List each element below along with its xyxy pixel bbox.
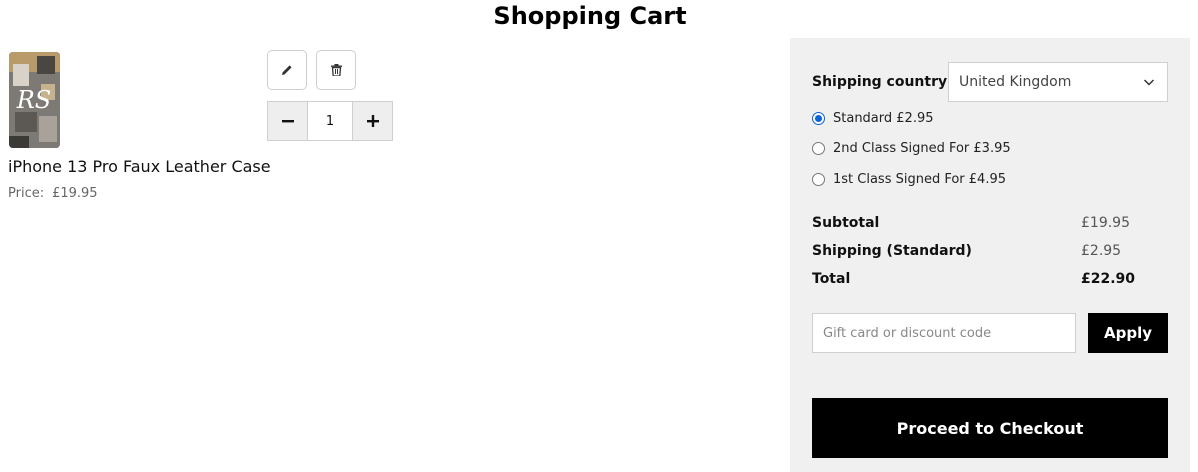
price-label: Price:	[8, 186, 45, 201]
shipping-country-value: United Kingdom	[959, 74, 1072, 90]
order-summary-panel: Shipping country: United Kingdom Standar…	[790, 38, 1190, 472]
radio-selected[interactable]	[812, 112, 825, 125]
shipping-line-value: £2.95	[1081, 243, 1122, 259]
increase-quantity-button[interactable]	[353, 102, 392, 140]
total-label: Total	[812, 271, 851, 287]
shipping-option-standard[interactable]: Standard £2.95	[812, 111, 934, 126]
thumbnail-text: RS	[16, 86, 52, 114]
trash-icon	[330, 64, 342, 76]
product-price-row: Price: £19.95	[8, 186, 98, 201]
radio-unselected[interactable]	[812, 173, 825, 186]
product-thumbnail[interactable]: RS	[9, 52, 60, 148]
page-title: Shopping Cart	[493, 2, 687, 30]
discount-code-input[interactable]	[812, 313, 1076, 353]
apply-discount-button[interactable]: Apply	[1088, 313, 1168, 353]
shipping-option-label: Standard £2.95	[833, 111, 934, 126]
minus-icon	[281, 120, 294, 123]
price-value: £19.95	[52, 186, 98, 201]
shipping-option-label: 1st Class Signed For £4.95	[833, 172, 1007, 187]
subtotal-label: Subtotal	[812, 215, 880, 231]
shipping-option-label: 2nd Class Signed For £3.95	[833, 141, 1011, 156]
pencil-icon	[282, 65, 292, 75]
product-image: RS	[9, 52, 60, 148]
shipping-option-2nd-class[interactable]: 2nd Class Signed For £3.95	[812, 141, 1011, 156]
proceed-to-checkout-button[interactable]: Proceed to Checkout	[812, 398, 1168, 458]
plus-icon	[366, 115, 379, 127]
quantity-input[interactable]: 1	[307, 102, 353, 140]
decrease-quantity-button[interactable]	[268, 102, 307, 140]
total-value: £22.90	[1081, 271, 1136, 287]
radio-unselected[interactable]	[812, 142, 825, 155]
shipping-line-label: Shipping (Standard)	[812, 243, 972, 259]
shipping-country-label: Shipping country:	[812, 74, 953, 90]
subtotal-value: £19.95	[1081, 215, 1130, 231]
shipping-option-1st-class[interactable]: 1st Class Signed For £4.95	[812, 172, 1006, 187]
edit-button[interactable]	[267, 50, 307, 90]
chevron-down-icon	[1143, 79, 1155, 86]
delete-button[interactable]	[316, 50, 356, 90]
product-name[interactable]: iPhone 13 Pro Faux Leather Case	[8, 157, 271, 176]
shipping-country-select[interactable]: United Kingdom	[948, 62, 1168, 102]
quantity-stepper: 1	[267, 101, 393, 141]
